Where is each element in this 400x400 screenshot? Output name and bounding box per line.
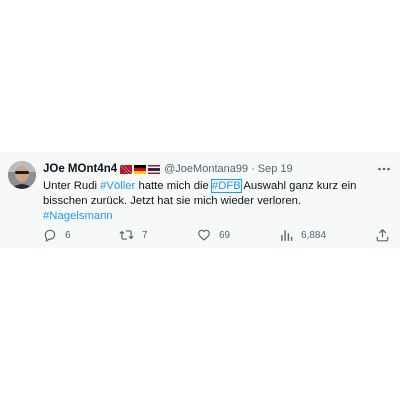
page: JOe MOnt4n4 @JoeMontana99 · Sep 19 Unter… (0, 0, 400, 400)
avatar[interactable] (8, 161, 36, 189)
like-button[interactable]: 69 (197, 226, 230, 244)
tweet-date[interactable]: Sep 19 (258, 163, 293, 175)
tweet-text-segment: hatte mich die (135, 180, 212, 192)
flag-emojis (120, 164, 161, 174)
tweet-card[interactable]: JOe MOnt4n4 @JoeMontana99 · Sep 19 Unter… (0, 152, 400, 248)
share-button[interactable] (376, 226, 389, 244)
avatar-image (8, 161, 36, 189)
hashtag-link-focused[interactable]: #DFB (210, 179, 242, 193)
share-icon (376, 228, 389, 242)
like-count: 69 (219, 229, 231, 241)
user-handle[interactable]: @JoeMontana99 (164, 163, 248, 175)
reply-button[interactable]: 6 (43, 226, 71, 244)
views-button[interactable]: 6,884 (280, 226, 326, 244)
germany-flag-icon (134, 164, 147, 174)
retweet-button[interactable]: 7 (119, 226, 148, 244)
tweet-text-segment: Unter Rudi (43, 180, 101, 192)
separator-dot: · (251, 163, 255, 175)
trinidad-and-tobago-flag-icon (120, 164, 133, 174)
reply-icon (44, 229, 56, 242)
reply-count: 6 (65, 229, 71, 241)
hashtag-link[interactable]: #Völler (100, 180, 135, 192)
views-count: 6,884 (301, 229, 327, 241)
display-name[interactable]: JOe MOnt4n4 (43, 163, 117, 175)
hashtag-link[interactable]: #Nagelsmann (43, 210, 113, 222)
retweet-count: 7 (142, 229, 148, 241)
tweet-header: JOe MOnt4n4 @JoeMontana99 · Sep 19 (43, 160, 392, 178)
more-horizontal-icon[interactable] (376, 161, 392, 177)
views-chart-icon (281, 230, 293, 241)
tweet-text: Unter Rudi #Völler hatte mich die #DFB A… (43, 179, 388, 224)
thailand-flag-icon (148, 164, 161, 174)
retweet-icon (119, 230, 134, 240)
heart-icon (198, 229, 210, 241)
action-bar: 6 7 69 6,884 (0, 226, 400, 244)
